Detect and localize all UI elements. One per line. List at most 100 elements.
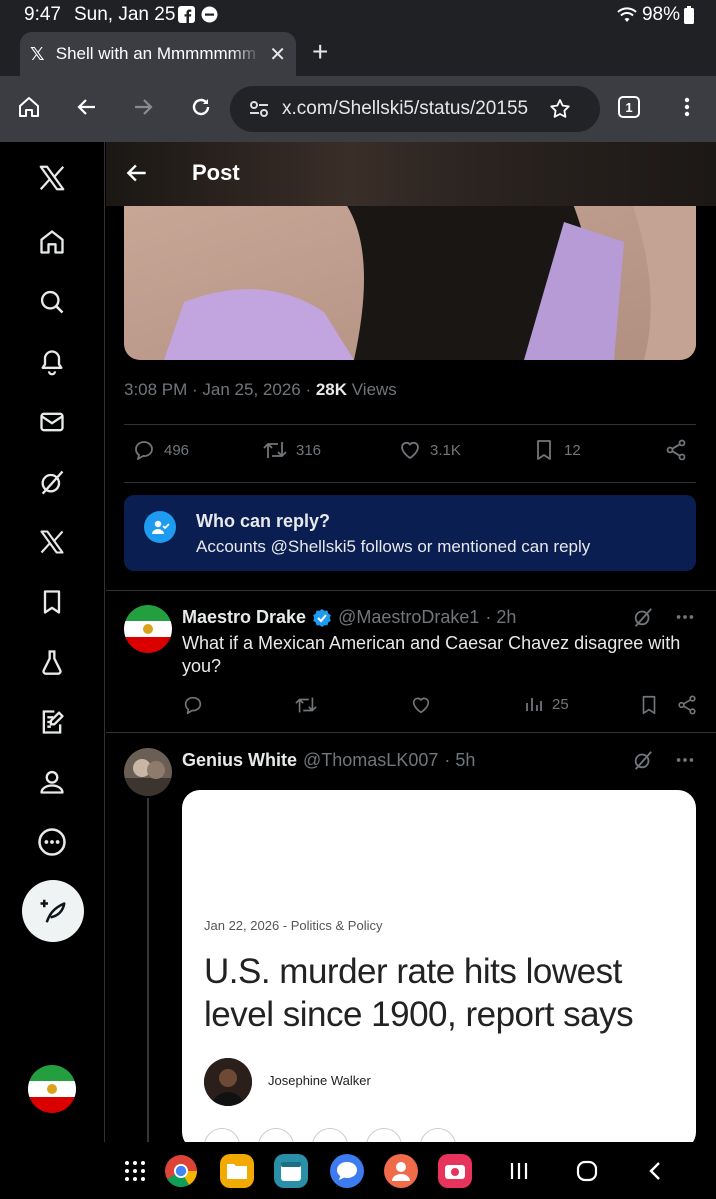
bookmark-icon[interactable] — [638, 694, 660, 716]
chevron-left-icon — [649, 1162, 660, 1180]
camera-app[interactable] — [438, 1154, 472, 1188]
calendar-app[interactable] — [274, 1154, 308, 1188]
more-circle-icon — [38, 828, 66, 856]
views-count: 25 — [552, 695, 569, 713]
nav-labs[interactable] — [36, 646, 68, 678]
back-button[interactable] — [72, 92, 102, 122]
profile-icon — [40, 770, 64, 794]
android-dock — [0, 1142, 716, 1199]
chrome-app[interactable] — [164, 1154, 198, 1188]
recents-button[interactable] — [502, 1154, 536, 1188]
mail-icon — [40, 412, 64, 432]
post-date[interactable]: Jan 25, 2026 — [202, 380, 300, 399]
bookmark-button[interactable]: 12 — [532, 438, 581, 462]
grok-icon[interactable] — [632, 749, 654, 771]
reply-icon[interactable] — [182, 694, 204, 716]
account-avatar[interactable] — [28, 1065, 76, 1113]
system-home-button[interactable] — [570, 1154, 604, 1188]
avatar[interactable] — [124, 748, 172, 796]
site-settings-icon[interactable] — [248, 98, 270, 120]
avatar[interactable] — [124, 605, 172, 653]
browser-tab[interactable]: 𝕏 Shell with an Mmmmmmm o ✕ — [20, 32, 296, 76]
nav-premium[interactable] — [36, 526, 68, 558]
photo-image — [124, 182, 696, 360]
x-logo-icon — [39, 165, 65, 191]
side-nav — [0, 142, 105, 1142]
print-share-icon[interactable] — [420, 1128, 456, 1142]
author-handle[interactable]: @MaestroDrake1 — [338, 607, 479, 628]
share-icon[interactable] — [676, 694, 698, 716]
files-app[interactable] — [220, 1154, 254, 1188]
reply-tweet[interactable]: Maestro Drake @MaestroDrake1 · 2h What i… — [106, 590, 716, 732]
back-arrow-icon[interactable] — [124, 160, 150, 186]
close-tab-icon[interactable]: ✕ — [269, 42, 286, 67]
post-media-image[interactable] — [124, 182, 696, 360]
article-meta: Jan 22, 2026 - Politics & Policy — [204, 918, 383, 933]
home-button[interactable] — [14, 92, 44, 122]
bookmark-count: 12 — [564, 441, 581, 459]
reply-count: 496 — [164, 441, 190, 459]
address-bar[interactable]: x.com/Shellski5/status/20155 — [230, 86, 600, 132]
mention-people-icon — [144, 511, 176, 543]
iran-flag-avatar-icon — [28, 1065, 76, 1113]
nav-home[interactable] — [36, 226, 68, 258]
nav-profile[interactable] — [36, 766, 68, 798]
heart-icon[interactable] — [410, 694, 432, 716]
tab-switcher-button[interactable]: 1 — [614, 92, 644, 122]
compose-post-button[interactable] — [22, 880, 84, 942]
nav-grok[interactable] — [36, 466, 68, 498]
forward-button[interactable] — [128, 92, 158, 122]
home-icon — [40, 230, 64, 254]
author-name[interactable]: Genius White — [182, 750, 297, 771]
reload-button[interactable] — [186, 92, 216, 122]
views-button[interactable]: 25 — [524, 694, 569, 714]
system-back-button[interactable] — [638, 1154, 672, 1188]
bookmark-star-icon[interactable] — [548, 97, 572, 121]
repost-count: 316 — [296, 441, 322, 459]
facebook-share-icon[interactable] — [204, 1128, 240, 1142]
iran-flag-avatar-icon — [124, 605, 172, 653]
url-text[interactable]: x.com/Shellski5/status/20155 — [282, 98, 540, 120]
nav-bookmarks[interactable] — [36, 586, 68, 618]
tab-title: Shell with an Mmmmmmm o — [55, 44, 262, 63]
recents-icon — [510, 1163, 528, 1179]
repost-icon[interactable] — [294, 694, 318, 716]
nav-notifications[interactable] — [36, 346, 68, 378]
facebook-icon — [178, 6, 195, 23]
bookmark-icon — [43, 590, 61, 614]
app-drawer-button[interactable] — [118, 1154, 152, 1188]
who-can-reply-banner: Who can reply? Accounts @Shellski5 follo… — [124, 495, 696, 571]
reply-button[interactable]: 496 — [132, 438, 189, 462]
share-button[interactable] — [664, 438, 688, 462]
messages-app[interactable] — [330, 1154, 364, 1188]
new-tab-button[interactable]: + — [312, 36, 328, 68]
nav-more[interactable] — [36, 826, 68, 858]
more-horizontal-icon[interactable] — [674, 749, 696, 771]
post-time[interactable]: 3:08 PM — [124, 380, 187, 399]
author-photo-icon — [204, 1058, 252, 1106]
nav-messages[interactable] — [36, 406, 68, 438]
menu-button[interactable] — [672, 92, 702, 122]
nav-explore[interactable] — [36, 286, 68, 318]
who-can-reply-subtitle: Accounts @Shellski5 follows or mentioned… — [196, 537, 591, 556]
email-share-icon[interactable] — [366, 1128, 402, 1142]
divider — [124, 482, 696, 483]
apps-grid-icon — [125, 1161, 145, 1181]
x-share-icon[interactable] — [258, 1128, 294, 1142]
grok-icon[interactable] — [632, 606, 654, 628]
status-date: Sun, Jan 25 — [74, 4, 176, 25]
nav-articles[interactable] — [36, 706, 68, 738]
repost-button[interactable]: 316 — [262, 438, 321, 462]
more-horizontal-icon[interactable] — [674, 606, 696, 628]
home-icon — [19, 97, 39, 117]
contacts-app[interactable] — [384, 1154, 418, 1188]
article-card[interactable]: Jan 22, 2026 - Politics & Policy U.S. mu… — [182, 790, 696, 1142]
views-count: 28K — [315, 380, 348, 399]
like-button[interactable]: 3.1K — [398, 438, 461, 462]
author-handle[interactable]: @ThomasLK007 — [303, 750, 438, 771]
post-header: Post — [106, 142, 716, 206]
author-name[interactable]: Maestro Drake — [182, 607, 306, 628]
more-vertical-icon — [684, 97, 690, 117]
x-logo-link[interactable] — [36, 162, 68, 194]
linkedin-share-icon[interactable] — [312, 1128, 348, 1142]
